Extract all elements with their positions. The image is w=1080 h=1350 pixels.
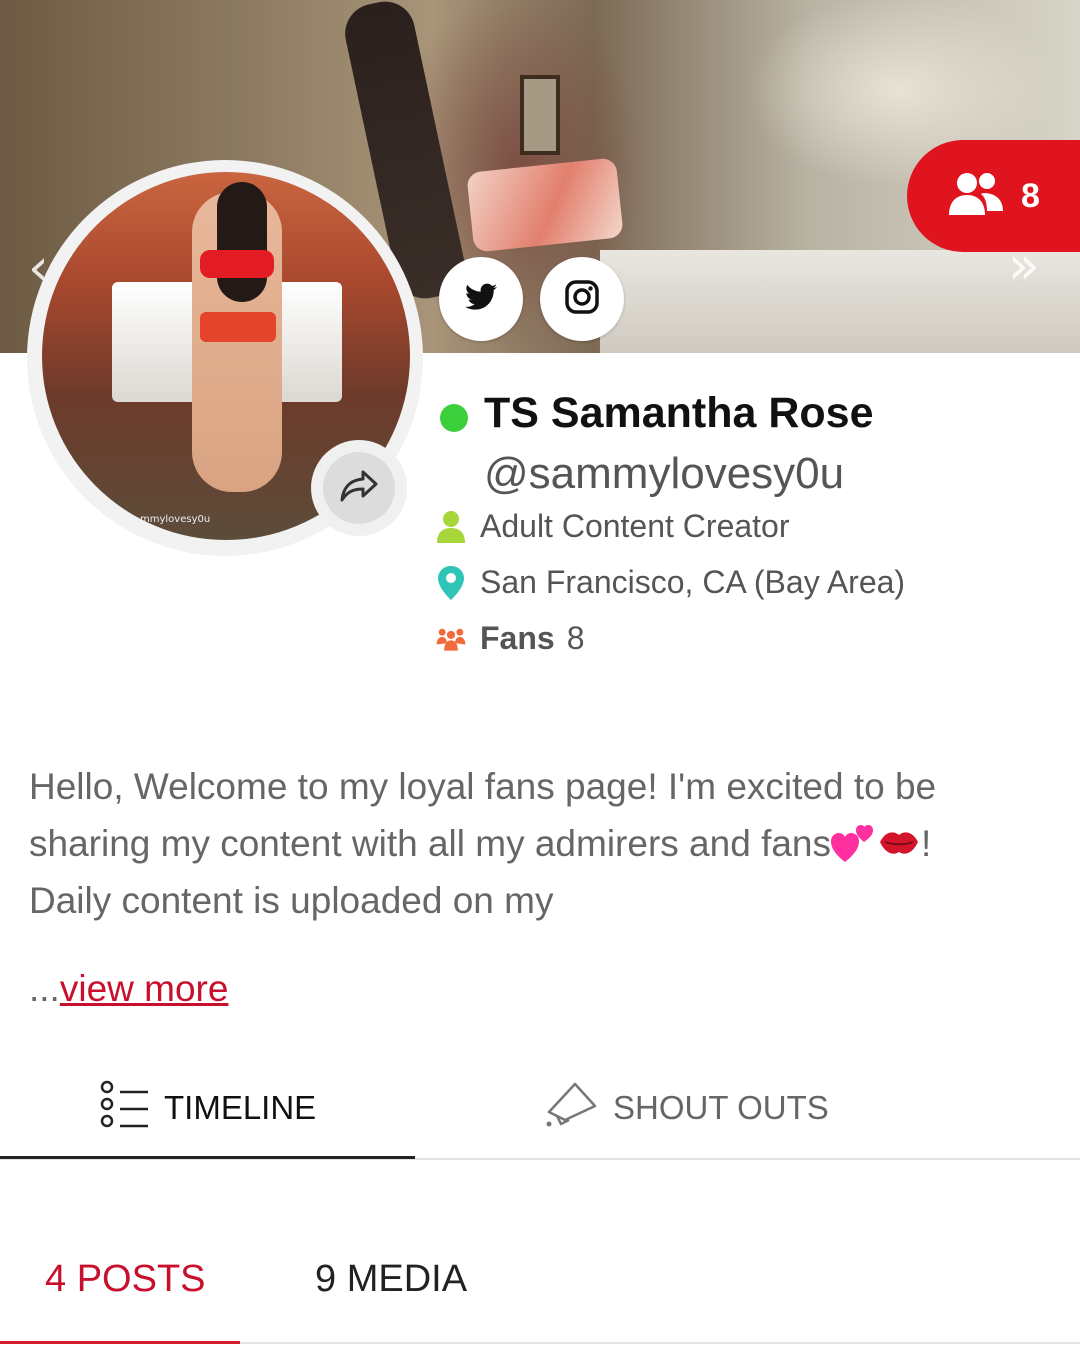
cover-photo-detail — [466, 157, 624, 253]
profile-location: San Francisco, CA (Bay Area) — [480, 564, 906, 600]
profile-role: Adult Content Creator — [480, 508, 790, 544]
bio-line-text: sharing my content with all my admirers … — [29, 823, 832, 864]
view-more-link[interactable]: view more — [60, 968, 229, 1009]
cover-photo-detail — [520, 75, 560, 155]
profile-name: TS Samantha Rose — [484, 389, 874, 437]
kiss-mark-emoji-icon — [877, 821, 921, 861]
online-status-indicator — [440, 404, 468, 432]
fans-label: Fans — [480, 620, 555, 656]
tab-timeline-label: TIMELINE — [164, 1089, 317, 1126]
fans-badge-count: 8 — [1021, 176, 1040, 215]
profile-handle: @sammylovesy0u — [484, 449, 845, 498]
fans-group-icon — [436, 621, 466, 657]
users-group-icon — [947, 171, 1005, 222]
tab-shout-outs[interactable]: SHOUT OUTS — [545, 1080, 829, 1136]
subtab-media[interactable]: 9 MEDIA — [315, 1258, 467, 1301]
bio-line: Daily content is uploaded on my — [29, 880, 554, 921]
avatar-photo-detail — [217, 182, 267, 302]
profile-role-row: Adult Content Creator — [436, 508, 790, 545]
tab-active-indicator — [0, 1156, 415, 1159]
avatar-photo-detail — [200, 250, 274, 278]
two-hearts-emoji-icon — [831, 823, 877, 863]
fans-count: 8 — [566, 620, 585, 656]
bio-line: Hello, Welcome to my loyal fans page! I'… — [29, 766, 937, 807]
twitter-icon — [465, 283, 497, 316]
tab-timeline[interactable]: TIMELINE — [100, 1080, 316, 1136]
profile-fans-row[interactable]: Fans 8 — [436, 620, 584, 657]
avatar-photo-detail — [200, 312, 276, 342]
bio-line: sharing my content with all my admirers … — [29, 815, 1039, 872]
avatar-watermark: mmylovesy0u — [140, 514, 211, 525]
share-arrow-icon — [339, 468, 379, 509]
twitter-button[interactable] — [439, 257, 523, 341]
profile-bio: Hello, Welcome to my loyal fans page! I'… — [29, 758, 1039, 929]
bio-line-end: ! — [921, 823, 932, 864]
share-button[interactable] — [311, 440, 407, 536]
instagram-button[interactable] — [540, 257, 624, 341]
megaphone-icon — [545, 1080, 599, 1136]
share-button-inner — [323, 452, 395, 524]
timeline-list-icon — [100, 1080, 150, 1136]
view-more-ellipsis: ... — [29, 968, 60, 1009]
view-more-row: ...view more — [29, 968, 228, 1010]
tab-shout-outs-label: SHOUT OUTS — [613, 1089, 829, 1126]
profile-location-row: San Francisco, CA (Bay Area) — [436, 564, 905, 601]
instagram-icon — [564, 279, 600, 320]
subtab-active-indicator — [0, 1341, 240, 1344]
subtab-posts[interactable]: 4 POSTS — [45, 1258, 206, 1301]
map-pin-icon — [436, 565, 466, 601]
fans-count-badge[interactable]: 8 — [907, 140, 1080, 252]
user-icon — [436, 510, 466, 544]
